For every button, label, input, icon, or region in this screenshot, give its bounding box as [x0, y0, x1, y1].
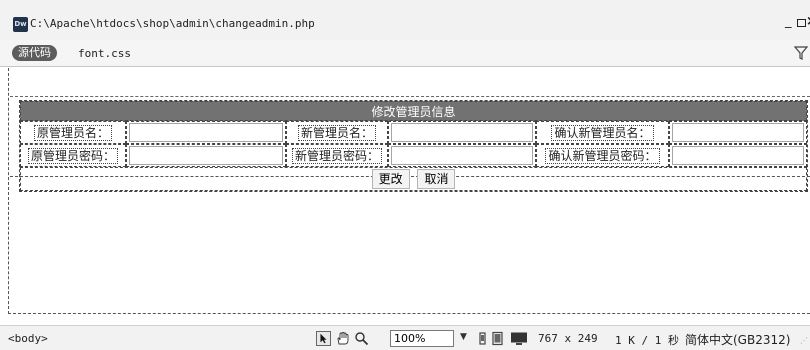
tablet-size-icon[interactable] — [490, 331, 505, 346]
minimize-button[interactable]: _ — [785, 14, 792, 29]
old-admin-name-input[interactable] — [129, 123, 283, 142]
confirm-admin-name-input[interactable] — [672, 123, 805, 142]
table-row: 原管理员名： 新管理员名： 确认新管理员名： — [20, 121, 808, 144]
file-size-readout: 1 K / 1 秒 — [615, 334, 679, 347]
confirm-admin-name-label: 确认新管理员名： — [551, 125, 654, 141]
filter-icon[interactable] — [794, 46, 808, 60]
confirm-password-label: 确认新管理员密码： — [545, 148, 660, 164]
new-password-label: 新管理员密码： — [291, 148, 382, 164]
source-code-tab[interactable]: 源代码 — [12, 45, 57, 61]
title-bar: Dw C:\Apache\htdocs\shop\admin\changeadm… — [0, 0, 810, 40]
arrow-pointer-icon[interactable] — [316, 331, 331, 346]
confirm-password-input[interactable] — [672, 146, 805, 165]
cancel-button[interactable]: 取消 — [417, 169, 456, 189]
window-size-readout[interactable]: 767 x 249 — [538, 332, 598, 345]
hand-icon[interactable] — [335, 331, 350, 346]
document-path: C:\Apache\htdocs\shop\admin\changeadmin.… — [30, 17, 315, 30]
mobile-size-icon[interactable] — [475, 331, 490, 346]
desktop-size-icon[interactable] — [510, 331, 528, 346]
magnifier-icon[interactable] — [354, 331, 369, 346]
table-row: 原管理员密码： 新管理员密码： 确认新管理员密码： — [20, 144, 808, 167]
table-header: 修改管理员信息 — [20, 101, 808, 121]
tag-selector-body[interactable]: <body> — [8, 332, 48, 345]
maximize-button[interactable] — [797, 19, 806, 27]
new-admin-name-input[interactable] — [391, 123, 533, 142]
related-file-font-css[interactable]: font.css — [78, 47, 131, 60]
admin-edit-table: 修改管理员信息 原管理员名： 新管理员名： 确认新管理员名： 原管理员密码： 新… — [19, 100, 809, 192]
submit-button[interactable]: 更改 — [371, 169, 410, 189]
old-password-label: 原管理员密码： — [27, 148, 118, 164]
button-row: 更改 取消 — [20, 167, 808, 191]
related-files-bar: 源代码 font.css — [0, 40, 810, 67]
encoding-readout: 简体中文(GB2312) — [685, 333, 791, 347]
dreamweaver-app-icon: Dw — [13, 17, 28, 32]
new-password-input[interactable] — [391, 146, 533, 165]
old-admin-name-label: 原管理员名： — [33, 125, 112, 141]
resize-grip[interactable]: ⋰ — [800, 336, 808, 345]
design-view: 修改管理员信息 原管理员名： 新管理员名： 确认新管理员名： 原管理员密码： 新… — [0, 68, 810, 325]
status-bar: <body> 100% ▼ 767 x 249 1 K / 1 秒 简体中文(G… — [0, 325, 810, 350]
old-password-input[interactable] — [129, 146, 283, 165]
close-button[interactable]: × — [806, 14, 810, 29]
zoom-select[interactable]: 100% — [390, 330, 454, 347]
chevron-down-icon[interactable]: ▼ — [460, 332, 467, 342]
new-admin-name-label: 新管理员名： — [297, 125, 376, 141]
